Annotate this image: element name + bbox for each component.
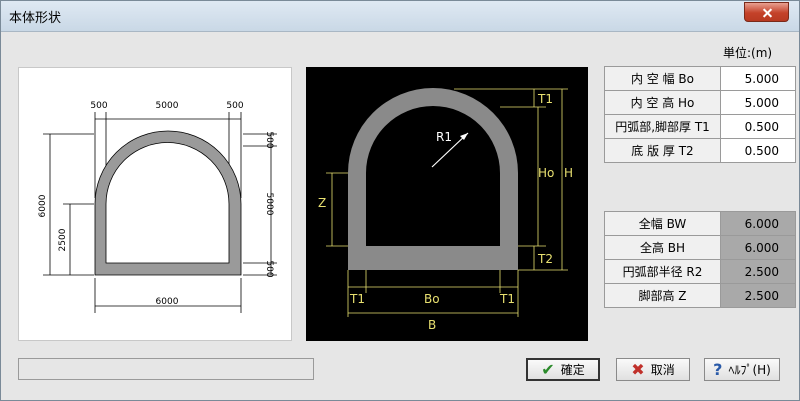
dim-bottom-total: 6000	[156, 297, 179, 307]
dim-right-bottom: 500	[264, 260, 274, 277]
dialog-window: 本体形状 単位:(m) 500 5000 500 6000 6000 2500 …	[0, 0, 800, 401]
ok-button[interactable]: ✔ 確定	[526, 358, 600, 381]
label-h: H	[564, 166, 573, 180]
label-z: Z	[318, 196, 326, 210]
arc-radius-value: 2.500	[720, 259, 796, 284]
unit-label: 単位:(m)	[723, 46, 773, 60]
label-t2: T2	[537, 252, 553, 266]
cancel-label: 取消	[650, 363, 675, 377]
inner-width-input[interactable]: 5.000	[720, 66, 796, 91]
leg-height-value: 2.500	[720, 283, 796, 308]
shape-drawing-dimensioned: 500 5000 500 6000 6000 2500 500 5000 500	[18, 67, 292, 341]
dimension-svg: 500 5000 500 6000 6000 2500 500 5000 500	[38, 101, 277, 313]
table-row: 内 空 幅 Bo 5.000	[604, 66, 796, 91]
dim-right-top: 500	[264, 131, 274, 148]
label-inner-height: 内 空 高 Ho	[604, 90, 721, 115]
inner-height-input[interactable]: 5.000	[720, 90, 796, 115]
label-t1-right: T1	[499, 292, 515, 306]
table-row: 全幅 BW 6.000	[604, 211, 796, 236]
dim-top-left: 500	[90, 101, 107, 111]
cancel-button[interactable]: ✖ 取消	[616, 358, 690, 381]
dim-top-mid: 5000	[156, 101, 179, 111]
label-t1-left: T1	[349, 292, 365, 306]
result-grid: 全幅 BW 6.000 全高 BH 6.000 円弧部半径 R2 2.500 脚…	[604, 211, 796, 308]
label-total-height: 全高 BH	[604, 235, 721, 260]
help-label: ﾍﾙﾌﾟ(H)	[728, 363, 771, 377]
dim-right-mid: 5000	[264, 193, 274, 216]
checkmark-icon: ✔	[541, 360, 555, 379]
label-arc-radius: 円弧部半径 R2	[604, 259, 721, 284]
window-title: 本体形状	[9, 11, 62, 26]
ok-label: 確定	[560, 363, 585, 377]
table-row: 円弧部半径 R2 2.500	[604, 259, 796, 284]
shape-drawing-symbolic: T1 R1 Ho H Z T2 T1 Bo T1 B	[306, 67, 588, 341]
dim-left-sub: 2500	[58, 228, 68, 251]
question-icon: ?	[713, 360, 723, 379]
label-inner-width: 内 空 幅 Bo	[604, 66, 721, 91]
cross-icon: ✖	[631, 360, 645, 379]
status-bar	[18, 358, 314, 380]
table-row: 脚部高 Z 2.500	[604, 283, 796, 308]
input-grid: 内 空 幅 Bo 5.000 内 空 高 Ho 5.000 円弧部,脚部厚 T1…	[604, 66, 796, 163]
label-arc-thickness: 円弧部,脚部厚 T1	[604, 114, 721, 139]
table-row: 内 空 高 Ho 5.000	[604, 90, 796, 115]
label-r1: R1	[436, 130, 452, 144]
total-width-value: 6.000	[720, 211, 796, 236]
label-ho: Ho	[538, 166, 554, 180]
label-b: B	[428, 318, 436, 332]
symbol-svg: T1 R1 Ho H Z T2 T1 Bo T1 B	[318, 88, 573, 332]
arc-thickness-input[interactable]: 0.500	[720, 114, 796, 139]
dim-left-total: 6000	[38, 194, 48, 217]
label-bo: Bo	[424, 292, 440, 306]
table-row: 円弧部,脚部厚 T1 0.500	[604, 114, 796, 139]
total-height-value: 6.000	[720, 235, 796, 260]
label-bottom-thickness: 底 版 厚 T2	[604, 138, 721, 163]
close-button[interactable]	[744, 2, 789, 22]
label-leg-height: 脚部高 Z	[604, 283, 721, 308]
title-bar: 本体形状	[1, 1, 799, 32]
label-total-width: 全幅 BW	[604, 211, 721, 236]
help-button[interactable]: ? ﾍﾙﾌﾟ(H)	[704, 358, 780, 381]
label-t1-top: T1	[537, 92, 553, 106]
bottom-thickness-input[interactable]: 0.500	[720, 138, 796, 163]
table-row: 底 版 厚 T2 0.500	[604, 138, 796, 163]
dim-top-right: 500	[226, 101, 243, 111]
table-row: 全高 BH 6.000	[604, 235, 796, 260]
